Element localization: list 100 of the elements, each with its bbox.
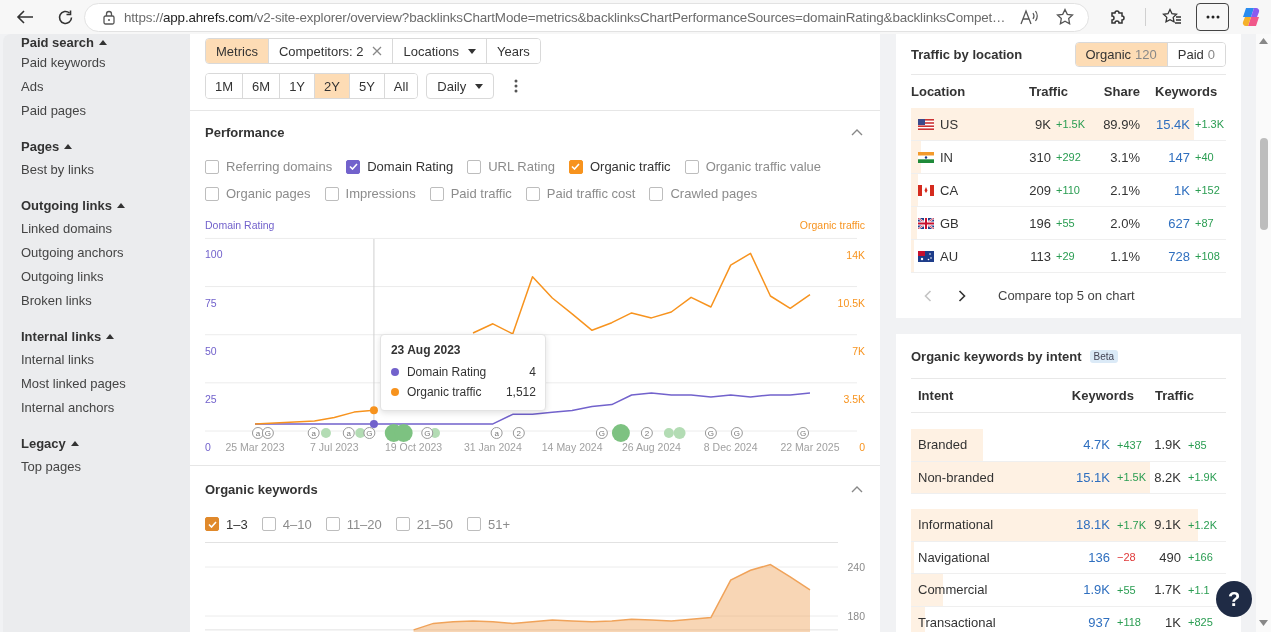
checkbox[interactable] bbox=[324, 186, 339, 201]
copilot-icon[interactable] bbox=[1240, 6, 1262, 28]
kebab-menu-icon[interactable] bbox=[514, 79, 519, 93]
checkbox[interactable] bbox=[525, 186, 540, 201]
checkbox[interactable] bbox=[395, 517, 410, 531]
sidebar-heading[interactable]: Internal links bbox=[21, 328, 102, 344]
keywords-value[interactable]: 728 bbox=[1140, 248, 1190, 264]
metric-label[interactable]: Referring domains bbox=[226, 159, 333, 174]
checkbox[interactable] bbox=[467, 159, 482, 174]
caret-icon[interactable] bbox=[99, 40, 107, 45]
keywords-value[interactable]: 1K bbox=[1140, 182, 1190, 198]
more-button[interactable] bbox=[1196, 3, 1229, 31]
checkbox[interactable] bbox=[466, 517, 481, 531]
sidebar-link[interactable]: Broken links bbox=[21, 289, 92, 313]
checkbox[interactable] bbox=[205, 186, 219, 201]
next-page-icon[interactable] bbox=[958, 289, 966, 302]
sidebar-link[interactable]: Internal links bbox=[21, 348, 94, 372]
sidebar-link[interactable]: Outgoing anchors bbox=[21, 241, 124, 265]
sidebar-heading[interactable]: Outgoing links bbox=[21, 197, 112, 213]
country-code[interactable]: CA bbox=[940, 182, 959, 198]
address-bar[interactable]: https://app.ahrefs.com/v2-site-explorer/overview?backlinksChartMode=metrics&backlinksChartPerformanceSources=domainRating&backlinksCompet… bbox=[84, 2, 1089, 32]
metric-label[interactable]: Organic pages bbox=[226, 186, 311, 201]
scrollbar-thumb[interactable] bbox=[1259, 138, 1268, 230]
event-marker[interactable]: G bbox=[363, 427, 376, 439]
clear-icon[interactable] bbox=[372, 46, 383, 56]
reload-icon[interactable] bbox=[57, 8, 74, 26]
checkbox[interactable] bbox=[205, 517, 219, 531]
sidebar-link[interactable]: Best by links bbox=[21, 158, 94, 182]
metric-label[interactable]: Impressions bbox=[345, 186, 416, 201]
checkbox[interactable] bbox=[568, 159, 583, 174]
sidebar-link[interactable]: Ads bbox=[21, 75, 44, 99]
keywords-value[interactable]: 136 bbox=[1060, 549, 1110, 565]
keywords-value[interactable]: 627 bbox=[1140, 215, 1190, 231]
checkbox[interactable] bbox=[325, 517, 340, 531]
caret-icon[interactable] bbox=[117, 202, 125, 208]
back-icon[interactable] bbox=[16, 9, 34, 25]
sidebar-heading[interactable]: Paid search bbox=[21, 35, 94, 50]
event-marker[interactable]: G bbox=[421, 427, 434, 439]
checkbox[interactable] bbox=[649, 186, 664, 201]
event-marker[interactable]: G bbox=[261, 427, 274, 439]
metric-label[interactable]: Paid traffic bbox=[450, 186, 512, 201]
event-bubble[interactable] bbox=[673, 427, 686, 439]
caret-icon[interactable] bbox=[70, 440, 79, 446]
country-code[interactable]: US bbox=[940, 116, 959, 132]
caret-icon[interactable] bbox=[64, 143, 73, 149]
keywords-value[interactable]: 18.1K bbox=[1060, 517, 1110, 533]
view-mode-button[interactable]: Years bbox=[486, 39, 540, 63]
metric-label[interactable]: Organic traffic bbox=[589, 159, 671, 174]
position-label[interactable]: 1–3 bbox=[226, 516, 248, 532]
event-marker[interactable]: a bbox=[342, 427, 355, 439]
sidebar-link[interactable]: Top pages bbox=[21, 455, 81, 479]
sidebar-link[interactable]: Most linked pages bbox=[21, 372, 126, 396]
event-marker[interactable]: G bbox=[797, 427, 810, 439]
country-code[interactable]: AU bbox=[940, 248, 959, 264]
metric-label[interactable]: Domain Rating bbox=[367, 159, 454, 174]
sidebar-heading[interactable]: Legacy bbox=[21, 435, 66, 451]
range-button[interactable]: All bbox=[383, 74, 418, 98]
keywords-value[interactable]: 1.9K bbox=[1060, 582, 1110, 598]
scrollbar[interactable] bbox=[1256, 34, 1271, 632]
checkbox[interactable] bbox=[205, 159, 219, 174]
range-button[interactable]: 2Y bbox=[314, 74, 349, 98]
event-marker[interactable]: a bbox=[307, 427, 320, 439]
checkbox[interactable] bbox=[261, 517, 276, 531]
sidebar-link[interactable]: Paid keywords bbox=[21, 51, 106, 75]
keywords-value[interactable]: 147 bbox=[1140, 149, 1190, 165]
checkbox[interactable] bbox=[684, 159, 699, 174]
keywords-value[interactable]: 937 bbox=[1060, 614, 1110, 630]
sidebar-link[interactable]: Paid pages bbox=[21, 99, 87, 123]
interval-dropdown[interactable]: Daily bbox=[426, 73, 495, 99]
sidebar-link[interactable]: Outgoing links bbox=[21, 265, 104, 289]
event-marker[interactable]: G bbox=[595, 427, 608, 439]
event-marker[interactable]: a bbox=[490, 427, 503, 439]
scroll-down-icon[interactable] bbox=[1259, 620, 1268, 626]
country-code[interactable]: GB bbox=[940, 215, 959, 231]
read-aloud-icon[interactable] bbox=[1020, 9, 1040, 25]
country-code[interactable]: IN bbox=[940, 149, 953, 165]
event-bubble[interactable] bbox=[663, 428, 674, 438]
collapse-chevron-icon[interactable] bbox=[851, 485, 863, 493]
metric-label[interactable]: Paid traffic cost bbox=[546, 186, 636, 201]
keywords-value[interactable]: 15.4K bbox=[1140, 116, 1190, 132]
scroll-up-icon[interactable] bbox=[1259, 38, 1268, 44]
event-marker[interactable]: 2 bbox=[512, 427, 525, 439]
metric-label[interactable]: Organic traffic value bbox=[705, 159, 821, 174]
event-marker[interactable]: G bbox=[730, 427, 743, 439]
position-label[interactable]: 21–50 bbox=[416, 516, 453, 532]
event-marker[interactable]: 2 bbox=[640, 427, 653, 439]
position-label[interactable]: 4–10 bbox=[282, 516, 312, 532]
sidebar-link[interactable]: Linked domains bbox=[21, 217, 113, 241]
caret-icon[interactable] bbox=[106, 333, 115, 339]
sidebar-heading[interactable]: Pages bbox=[21, 138, 60, 154]
keywords-value[interactable]: 15.1K bbox=[1060, 469, 1110, 485]
favorites-icon[interactable] bbox=[1162, 8, 1182, 26]
checkbox[interactable] bbox=[346, 159, 361, 174]
view-mode-button[interactable]: Metrics bbox=[206, 39, 268, 63]
favorite-star-icon[interactable] bbox=[1056, 8, 1074, 26]
checkbox[interactable] bbox=[429, 186, 444, 201]
source-tab[interactable]: Paid 0 bbox=[1166, 42, 1225, 66]
sidebar-link[interactable]: Internal anchors bbox=[21, 396, 115, 420]
compare-link[interactable]: Compare top 5 on chart bbox=[998, 288, 1135, 303]
extensions-icon[interactable] bbox=[1109, 8, 1127, 26]
